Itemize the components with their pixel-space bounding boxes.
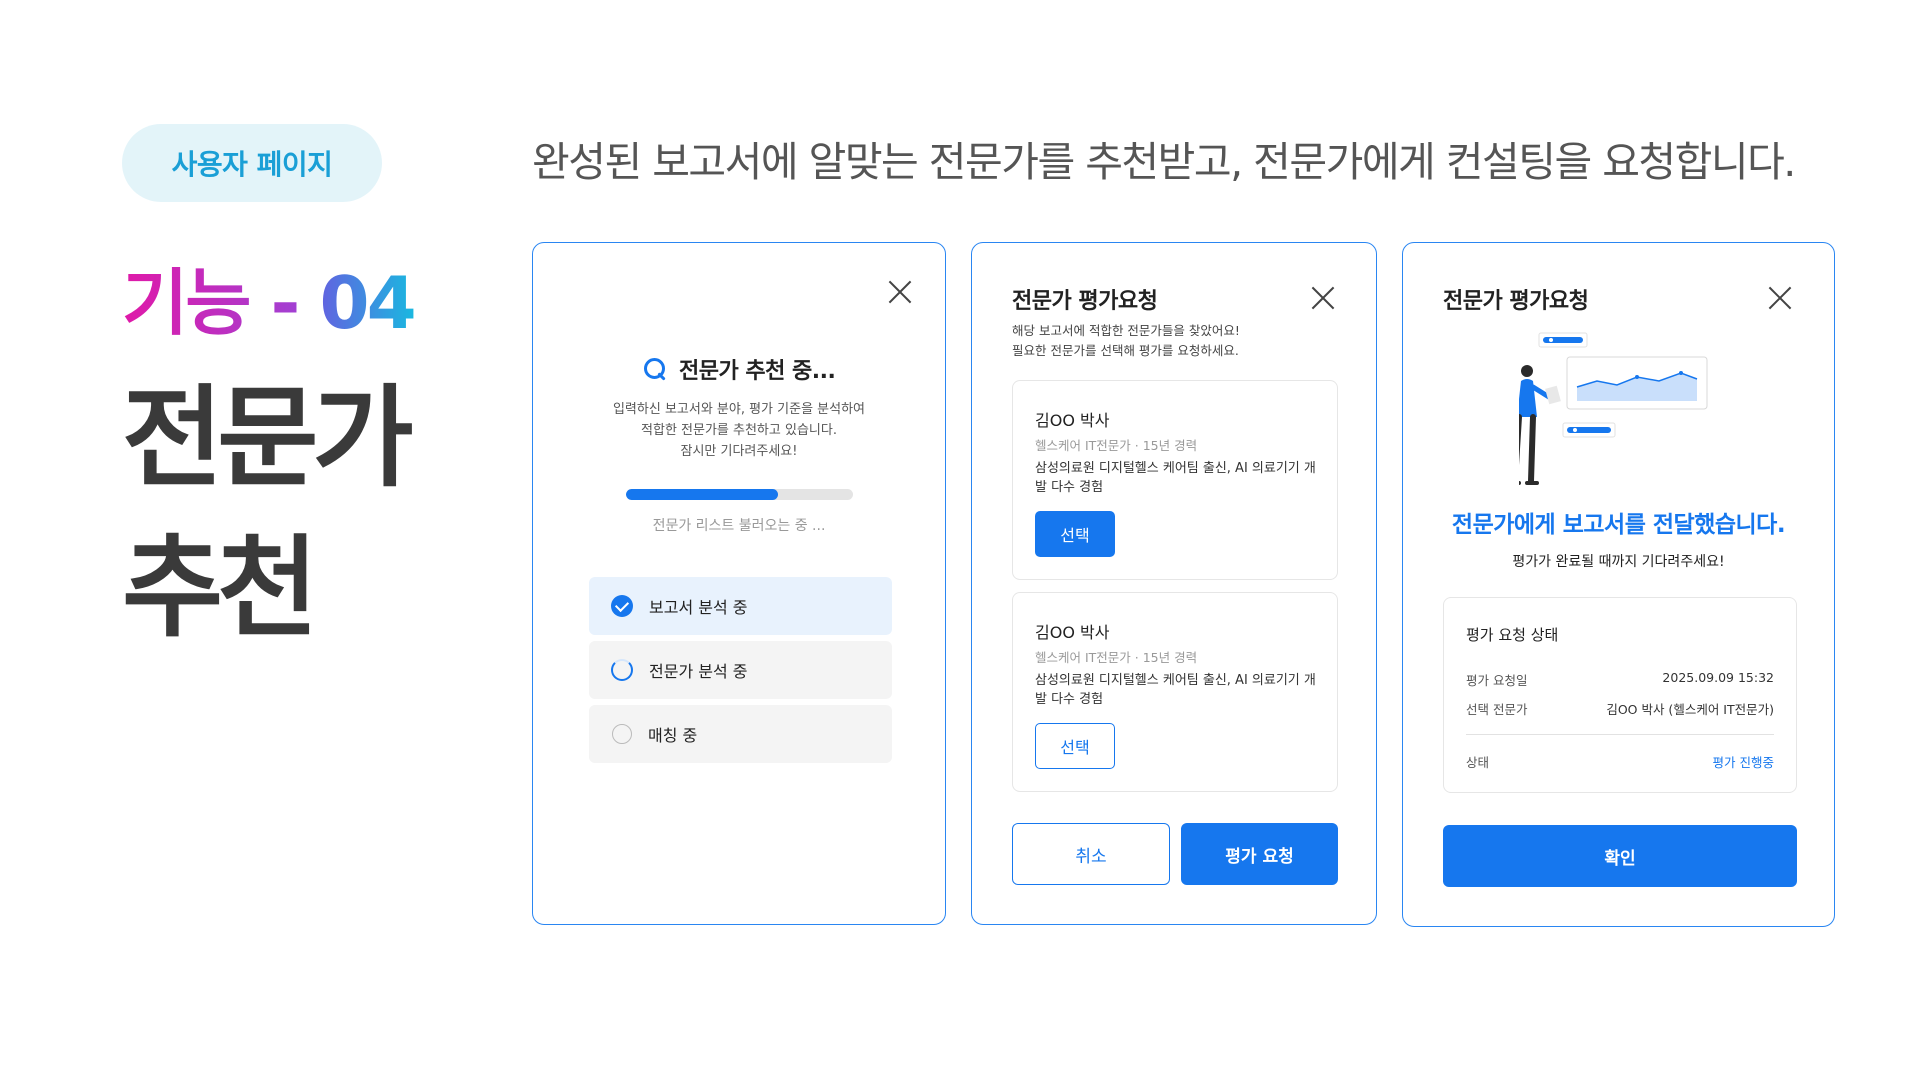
recommend-loading-panel: 전문가 추천 중... 입력하신 보고서와 분야, 평가 기준을 분석하여 적합… <box>532 242 946 925</box>
status-row-status: 상태 평가 진행중 <box>1466 752 1774 771</box>
close-icon[interactable] <box>1310 285 1336 311</box>
spinner-icon <box>611 659 633 681</box>
expert-career: 삼성의료원 디지털헬스 케어팀 출신, AI 의료기기 개발 다수 경험 <box>1035 461 1316 495</box>
select-expert-button[interactable]: 선택 <box>1035 723 1115 769</box>
status-card-title: 평가 요청 상태 <box>1466 626 1559 644</box>
status-key: 평가 요청일 <box>1466 673 1528 688</box>
page-title-line-2: 추천 <box>122 524 318 652</box>
status-key: 상태 <box>1466 755 1490 770</box>
status-row-request-date: 평가 요청일 2025.09.09 15:32 <box>1466 670 1774 689</box>
expert-role: 헬스케어 IT전문가 · 15년 경력 <box>1035 438 1198 453</box>
step-label: 보고서 분석 중 <box>649 598 748 617</box>
loading-description-line: 잠시만 기다려주세요! <box>680 444 798 459</box>
step-label: 전문가 분석 중 <box>649 662 748 681</box>
pending-circle-icon <box>612 724 632 744</box>
check-circle-icon <box>611 595 633 617</box>
panel-description-line: 해당 보고서에 적합한 전문가들을 찾았어요! <box>1012 323 1240 338</box>
expert-card: 김OO 박사 헬스케어 IT전문가 · 15년 경력 삼성의료원 디지털헬스 케… <box>1012 592 1338 792</box>
expert-select-panel: 전문가 평가요청 해당 보고서에 적합한 전문가들을 찾았어요! 필요한 전문가… <box>971 242 1377 925</box>
loading-description-line: 적합한 전문가를 추천하고 있습니다. <box>641 423 837 438</box>
close-icon[interactable] <box>1767 285 1793 311</box>
request-complete-panel: 전문가 평가요청 전문가에게 보고서를 전달했습니다. 평가가 완료될 때까지 … <box>1402 242 1835 927</box>
divider <box>1466 734 1774 735</box>
loading-title: 전문가 추천 중... <box>679 359 836 384</box>
select-expert-button[interactable]: 선택 <box>1035 511 1115 557</box>
expert-card: 김OO 박사 헬스케어 IT전문가 · 15년 경력 삼성의료원 디지털헬스 케… <box>1012 380 1338 580</box>
person-with-chart-illustration <box>1519 332 1708 485</box>
feature-label: 기능 - 04 <box>122 258 417 348</box>
progress-text: 전문가 리스트 불러오는 중 ... <box>652 518 826 534</box>
loading-description-line: 입력하신 보고서와 분야, 평가 기준을 분석하여 <box>612 402 866 417</box>
close-icon[interactable] <box>887 279 913 305</box>
status-row-selected-expert: 선택 전문가 김OO 박사 (헬스케어 IT전문가) <box>1466 699 1774 718</box>
success-subtitle: 평가가 완료될 때까지 기다려주세요! <box>1512 554 1725 570</box>
panel-description: 해당 보고서에 적합한 전문가들을 찾았어요! 필요한 전문가를 선택해 평가를… <box>1012 321 1240 361</box>
expert-name: 김OO 박사 <box>1035 623 1110 642</box>
cancel-button[interactable]: 취소 <box>1012 823 1170 885</box>
status-key: 선택 전문가 <box>1466 702 1528 717</box>
search-icon <box>643 357 667 381</box>
loading-description: 입력하신 보고서와 분야, 평가 기준을 분석하여 적합한 전문가를 추천하고 … <box>533 399 945 462</box>
step-report-analysis: 보고서 분석 중 <box>589 577 892 635</box>
step-matching: 매칭 중 <box>589 705 892 763</box>
panel-description-line: 필요한 전문가를 선택해 평가를 요청하세요. <box>1012 343 1239 358</box>
panel-title: 전문가 평가요청 <box>1443 289 1589 314</box>
page-title-line-1: 전문가 <box>122 374 414 502</box>
panel-title: 전문가 평가요청 <box>1012 289 1158 314</box>
loading-heading: 전문가 추천 중... <box>643 353 836 385</box>
feature-prefix: 기능 - <box>122 261 320 345</box>
step-expert-analysis: 전문가 분석 중 <box>589 641 892 699</box>
feature-number: 04 <box>319 261 417 345</box>
step-label: 매칭 중 <box>648 726 698 745</box>
page-badge: 사용자 페이지 <box>122 124 382 202</box>
success-title: 전문가에게 보고서를 전달했습니다. <box>1451 512 1786 538</box>
progress-fill <box>626 489 779 500</box>
expert-career: 삼성의료원 디지털헬스 케어팀 출신, AI 의료기기 개발 다수 경험 <box>1035 673 1316 707</box>
request-evaluation-button[interactable]: 평가 요청 <box>1181 823 1338 885</box>
confirm-button[interactable]: 확인 <box>1443 825 1797 887</box>
headline: 완성된 보고서에 알맞는 전문가를 추천받고, 전문가에게 컨설팅을 요청합니다… <box>532 138 1796 186</box>
status-value: 2025.09.09 15:32 <box>1662 670 1774 685</box>
status-badge: 평가 진행중 <box>1712 755 1774 770</box>
request-status-card: 평가 요청 상태 평가 요청일 2025.09.09 15:32 선택 전문가 … <box>1443 597 1797 793</box>
expert-role: 헬스케어 IT전문가 · 15년 경력 <box>1035 650 1198 665</box>
expert-name: 김OO 박사 <box>1035 411 1110 430</box>
status-value: 김OO 박사 (헬스케어 IT전문가) <box>1606 702 1774 717</box>
progress-bar <box>626 489 853 500</box>
